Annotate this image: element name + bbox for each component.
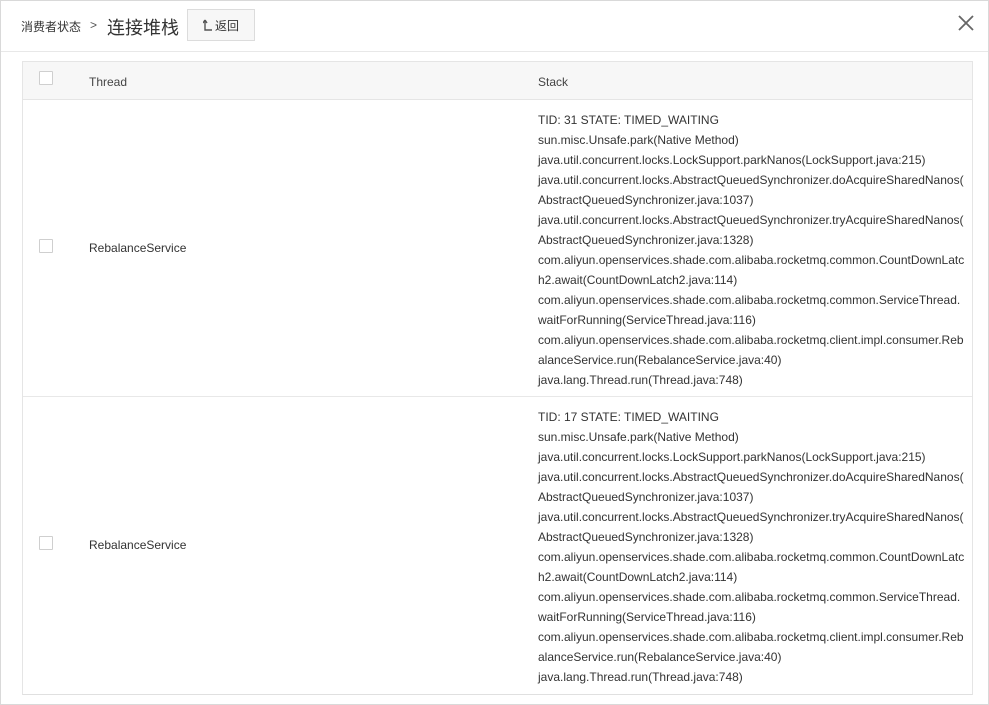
stack-line: sun.misc.Unsafe.park(Native Method) bbox=[538, 133, 739, 147]
stack-line: java.util.concurrent.locks.AbstractQueue… bbox=[538, 470, 964, 484]
stack-line: AbstractQueuedSynchronizer.java:1037) bbox=[538, 193, 754, 207]
stack-line: com.aliyun.openservices.shade.com.alibab… bbox=[538, 630, 964, 644]
stack-line: java.util.concurrent.locks.LockSupport.p… bbox=[538, 450, 926, 464]
stack-line: java.util.concurrent.locks.AbstractQueue… bbox=[538, 173, 964, 187]
stack-line: java.util.concurrent.locks.AbstractQueue… bbox=[538, 213, 964, 227]
stack-line: h2.await(CountDownLatch2.java:114) bbox=[538, 570, 738, 584]
stack-line: AbstractQueuedSynchronizer.java:1328) bbox=[538, 233, 754, 247]
stack-line: sun.misc.Unsafe.park(Native Method) bbox=[538, 430, 739, 444]
stack-trace-cell: TID: 17 STATE: TIMED_WAITING sun.misc.Uns… bbox=[538, 407, 965, 687]
column-header-thread: Thread bbox=[89, 75, 128, 89]
column-header-stack: Stack bbox=[538, 75, 569, 89]
select-all-checkbox[interactable] bbox=[39, 71, 53, 85]
dialog-header: 消费者状态 > 连接堆栈 返回 bbox=[1, 1, 988, 52]
stack-trace-cell: TID: 31 STATE: TIMED_WAITING sun.misc.Uns… bbox=[538, 110, 965, 390]
row-checkbox[interactable] bbox=[39, 536, 53, 550]
stack-line: com.aliyun.openservices.shade.com.alibab… bbox=[538, 550, 965, 564]
table-header: Thread Stack bbox=[23, 62, 972, 100]
stack-line: java.util.concurrent.locks.LockSupport.p… bbox=[538, 153, 926, 167]
thread-stack-table: Thread Stack RebalanceService TID: 31 STA… bbox=[22, 61, 973, 695]
stack-line: AbstractQueuedSynchronizer.java:1037) bbox=[538, 490, 754, 504]
stack-line: com.aliyun.openservices.shade.com.alibab… bbox=[538, 333, 964, 347]
table-row: RebalanceService TID: 17 STATE: TIMED_WAI… bbox=[23, 397, 972, 694]
thread-name-cell: RebalanceService bbox=[89, 538, 187, 552]
back-arrow-icon bbox=[202, 19, 213, 31]
stack-line: java.lang.Thread.run(Thread.java:748) bbox=[538, 373, 743, 387]
back-button-label: 返回 bbox=[214, 18, 239, 33]
dialog: 消费者状态 > 连接堆栈 返回 Thread Stack RebalanceSe… bbox=[0, 0, 989, 705]
stack-line: com.aliyun.openservices.shade.com.alibab… bbox=[538, 590, 961, 604]
stack-line: TID: 31 STATE: TIMED_WAITING bbox=[538, 113, 719, 127]
stack-line: waitForRunning(ServiceThread.java:116) bbox=[538, 313, 756, 327]
stack-line: alanceService.run(RebalanceService.java:… bbox=[538, 650, 782, 664]
stack-line: com.aliyun.openservices.shade.com.alibab… bbox=[538, 253, 965, 267]
stack-line: AbstractQueuedSynchronizer.java:1328) bbox=[538, 530, 754, 544]
back-button[interactable]: 返回 bbox=[187, 9, 255, 41]
close-icon[interactable] bbox=[957, 14, 975, 32]
stack-line: h2.await(CountDownLatch2.java:114) bbox=[538, 273, 738, 287]
stack-line: java.util.concurrent.locks.AbstractQueue… bbox=[538, 510, 964, 524]
table-row: RebalanceService TID: 31 STATE: TIMED_WAI… bbox=[23, 100, 972, 397]
breadcrumb-separator: > bbox=[90, 18, 98, 32]
stack-line: com.aliyun.openservices.shade.com.alibab… bbox=[538, 293, 961, 307]
stack-line: alanceService.run(RebalanceService.java:… bbox=[538, 353, 782, 367]
thread-name-cell: RebalanceService bbox=[89, 241, 187, 255]
stack-line: TID: 17 STATE: TIMED_WAITING bbox=[538, 410, 719, 424]
stack-line: java.lang.Thread.run(Thread.java:748) bbox=[538, 670, 743, 684]
row-checkbox[interactable] bbox=[39, 239, 53, 253]
page-title: 连接堆栈 bbox=[107, 18, 179, 38]
stack-line: waitForRunning(ServiceThread.java:116) bbox=[538, 610, 756, 624]
table-body: RebalanceService TID: 31 STATE: TIMED_WAI… bbox=[23, 100, 972, 694]
breadcrumb-consumer-status[interactable]: 消费者状态 bbox=[21, 18, 81, 35]
